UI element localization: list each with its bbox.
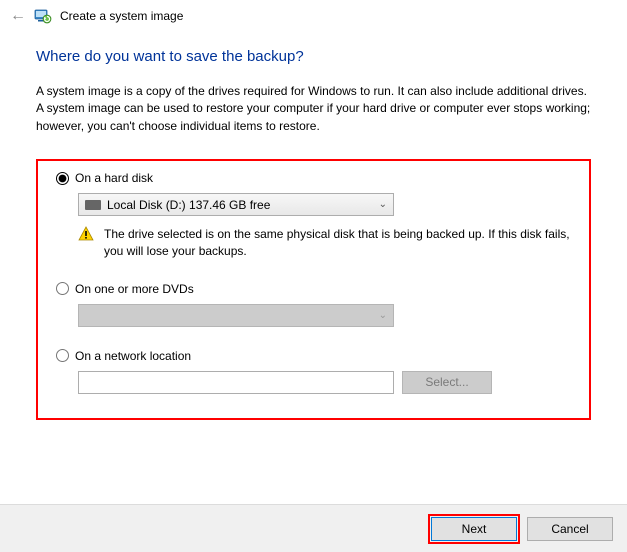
radio-hard-disk-label: On a hard disk (75, 171, 153, 185)
hard-disk-dropdown[interactable]: Local Disk (D:) 137.46 GB free ⌄ (78, 193, 394, 216)
dvd-dropdown: ⌄ (78, 304, 394, 327)
next-button[interactable]: Next (431, 517, 517, 541)
system-image-app-icon (34, 7, 52, 25)
radio-network-input[interactable] (56, 349, 69, 362)
window-title: Create a system image (60, 9, 183, 23)
network-select-button: Select... (402, 371, 492, 394)
hard-disk-warning: The drive selected is on the same physic… (78, 226, 571, 260)
option-network: On a network location Select... (56, 349, 571, 394)
titlebar: ← Create a system image (0, 0, 627, 32)
hard-disk-icon (85, 200, 101, 210)
radio-dvd-input[interactable] (56, 282, 69, 295)
hard-disk-dropdown-value: Local Disk (D:) 137.46 GB free (107, 198, 270, 212)
network-location-row: Select... (78, 371, 571, 394)
network-path-input[interactable] (78, 371, 394, 394)
warning-icon (78, 226, 94, 242)
radio-network[interactable]: On a network location (56, 349, 571, 363)
radio-dvd[interactable]: On one or more DVDs (56, 282, 571, 296)
option-hard-disk: On a hard disk Local Disk (D:) 137.46 GB… (56, 171, 571, 260)
footer-bar: Next Cancel (0, 504, 627, 552)
radio-network-label: On a network location (75, 349, 191, 363)
chevron-down-icon: ⌄ (379, 199, 387, 210)
page-description: A system image is a copy of the drives r… (36, 83, 591, 135)
radio-dvd-label: On one or more DVDs (75, 282, 194, 296)
cancel-button[interactable]: Cancel (527, 517, 613, 541)
chevron-down-icon: ⌄ (379, 310, 387, 321)
radio-hard-disk-input[interactable] (56, 172, 69, 185)
option-dvd: On one or more DVDs ⌄ (56, 282, 571, 327)
content-area: Where do you want to save the backup? A … (0, 32, 627, 430)
hard-disk-warning-text: The drive selected is on the same physic… (104, 226, 571, 260)
back-arrow-icon: ← (10, 7, 26, 25)
page-heading: Where do you want to save the backup? (36, 48, 591, 65)
radio-hard-disk[interactable]: On a hard disk (56, 171, 571, 185)
backup-destination-options: On a hard disk Local Disk (D:) 137.46 GB… (36, 159, 591, 420)
